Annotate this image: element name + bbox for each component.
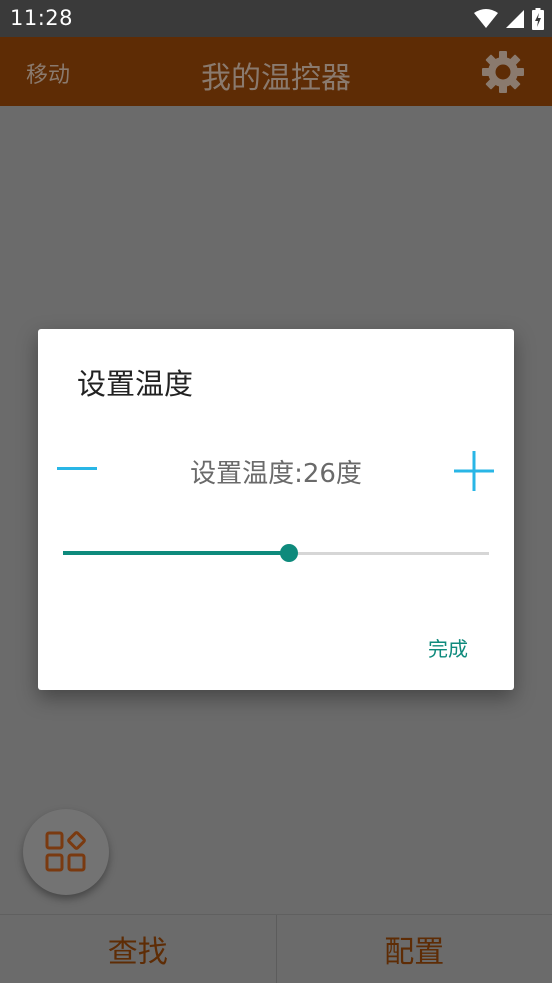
gear-icon[interactable]	[481, 50, 525, 94]
status-icons	[474, 7, 544, 31]
page-title: 我的温控器	[201, 61, 351, 96]
status-time: 11:28	[10, 6, 74, 30]
app-bar: 移动 我的温控器	[0, 37, 552, 106]
temperature-value: 设置温度:26度	[190, 459, 362, 489]
tab-config[interactable]: 配置	[277, 915, 552, 983]
slider-thumb[interactable]	[279, 544, 298, 562]
battery-icon	[532, 8, 544, 30]
temperature-slider[interactable]	[63, 543, 489, 563]
plus-icon[interactable]	[452, 449, 496, 493]
bottom-nav: 查找 配置	[0, 914, 552, 983]
slider-fill	[63, 551, 289, 555]
cellular-icon	[506, 10, 524, 28]
dialog-title: 设置温度	[77, 367, 194, 401]
apps-grid-icon	[45, 831, 86, 872]
tab-find[interactable]: 查找	[0, 915, 276, 983]
done-button[interactable]: 完成	[428, 633, 468, 662]
wifi-icon	[474, 9, 498, 28]
status-bar: 11:28	[0, 0, 552, 37]
apps-fab-button[interactable]	[23, 809, 109, 895]
set-temperature-dialog: 设置温度 设置温度:26度 完成	[38, 329, 514, 690]
